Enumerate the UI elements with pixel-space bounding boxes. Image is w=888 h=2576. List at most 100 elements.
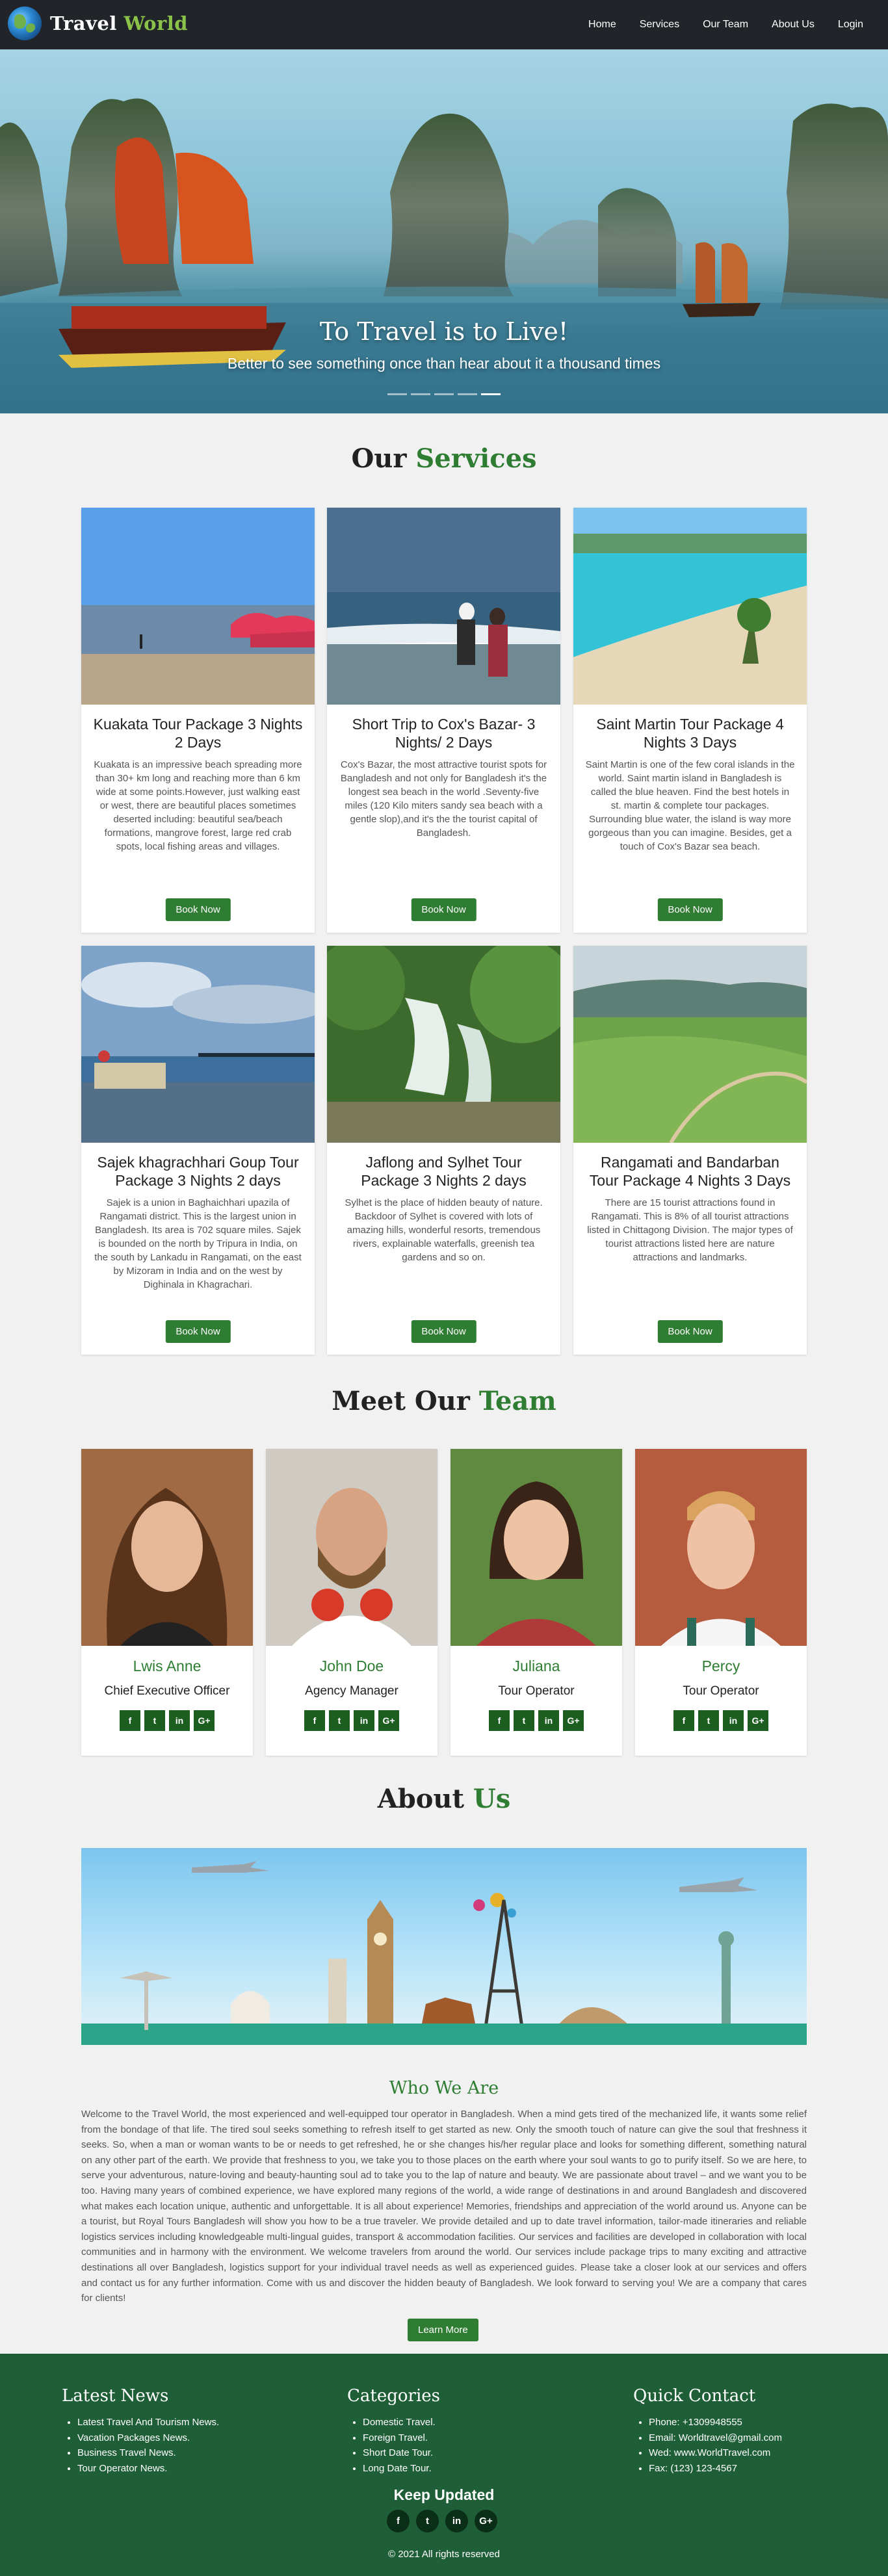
service-title: Saint Martin Tour Package 4 Nights 3 Day…: [596, 716, 784, 751]
service-title: Jaflong and Sylhet Tour Package 3 Nights…: [361, 1154, 527, 1189]
service-card: Saint Martin Tour Package 4 Nights 3 Day…: [573, 508, 807, 933]
facebook-icon[interactable]: f: [673, 1710, 694, 1731]
service-description: Cox's Bazar, the most attractive tourist…: [340, 759, 547, 839]
twitter-icon[interactable]: t: [329, 1710, 350, 1731]
facebook-icon[interactable]: f: [304, 1710, 325, 1731]
about-title: About Us: [0, 1784, 888, 1814]
team-member-name: Percy: [701, 1658, 740, 1674]
linkedin-icon[interactable]: in: [723, 1710, 744, 1731]
team-member-name: Juliana: [512, 1658, 560, 1674]
team-member-role: Tour Operator: [683, 1684, 759, 1698]
footer-categories: Categories Domestic Travel. Foreign Trav…: [347, 2386, 440, 2476]
twitter-icon[interactable]: t: [698, 1710, 719, 1731]
service-card: Kuakata Tour Package 3 Nights 2 Days Kua…: [81, 508, 315, 933]
carousel-dot[interactable]: [434, 393, 454, 395]
twitter-icon[interactable]: t: [514, 1710, 534, 1731]
nav-link-home[interactable]: Home: [588, 19, 616, 31]
navbar: Travel World Home Services Our Team Abou…: [0, 0, 888, 49]
footer-news-link[interactable]: Vacation Packages News.: [77, 2430, 219, 2446]
about-title-first: About: [377, 1784, 464, 1814]
nav-link-about[interactable]: About Us: [772, 19, 815, 31]
google-plus-icon[interactable]: G+: [378, 1710, 399, 1731]
footer-fax: Fax: (123) 123-4567: [649, 2461, 782, 2477]
footer-quick-contact: Quick Contact Phone: +1309948555 Email: …: [633, 2386, 782, 2476]
linkedin-icon[interactable]: in: [354, 1710, 374, 1731]
team-member-role: Chief Executive Officer: [104, 1684, 230, 1698]
about-title-second: Us: [473, 1784, 511, 1814]
carousel-dot-active[interactable]: [481, 393, 501, 395]
service-title: Kuakata Tour Package 3 Nights 2 Days: [93, 716, 303, 751]
facebook-icon[interactable]: f: [387, 2510, 410, 2532]
brand-first: Travel: [50, 12, 117, 34]
linkedin-icon[interactable]: in: [169, 1710, 190, 1731]
book-now-button[interactable]: Book Now: [165, 898, 231, 921]
google-plus-icon[interactable]: G+: [563, 1710, 584, 1731]
book-now-button[interactable]: Book Now: [657, 1320, 723, 1343]
book-now-button[interactable]: Book Now: [411, 898, 477, 921]
footer-email[interactable]: Email: Worldtravel@gmail.com: [649, 2430, 782, 2446]
team-member-role: Tour Operator: [498, 1684, 575, 1698]
services-title: Our Services: [0, 443, 888, 474]
nav-link-services[interactable]: Services: [640, 19, 679, 31]
footer-news-link[interactable]: Tour Operator News.: [77, 2461, 219, 2477]
team-social-links: f t in G+: [451, 1710, 622, 1731]
twitter-icon[interactable]: t: [416, 2510, 439, 2532]
brand-second: World: [124, 12, 189, 34]
twitter-icon[interactable]: t: [144, 1710, 165, 1731]
service-description: Sajek is a union in Baghaichhari upazila…: [94, 1197, 302, 1290]
google-plus-icon[interactable]: G+: [748, 1710, 768, 1731]
footer-category-link[interactable]: Long Date Tour.: [363, 2461, 440, 2477]
hero-carousel[interactable]: To Travel is to Live! Better to see some…: [0, 49, 888, 413]
carousel-dot[interactable]: [387, 393, 407, 395]
service-card: Rangamati and Bandarban Tour Package 4 N…: [573, 946, 807, 1355]
carousel-dot[interactable]: [411, 393, 430, 395]
footer-news-link[interactable]: Business Travel News.: [77, 2445, 219, 2461]
google-plus-icon[interactable]: G+: [194, 1710, 215, 1731]
facebook-icon[interactable]: f: [120, 1710, 140, 1731]
team-member-name: John Doe: [319, 1658, 384, 1674]
nav-menu: Home Services Our Team About Us Login: [565, 0, 863, 49]
team-member-name: Lwis Anne: [133, 1658, 202, 1674]
service-title: Sajek khagrachhari Goup Tour Package 3 N…: [97, 1154, 299, 1189]
linkedin-icon[interactable]: in: [538, 1710, 559, 1731]
hero-title: To Travel is to Live!: [319, 317, 569, 346]
about-description: Welcome to the Travel World, the most ex…: [81, 2109, 807, 2304]
who-we-are-heading: Who We Are: [389, 2078, 499, 2098]
footer-latest-news: Latest News Latest Travel And Tourism Ne…: [62, 2386, 219, 2476]
team-photo: [266, 1449, 437, 1646]
footer-news-link[interactable]: Latest Travel And Tourism News.: [77, 2415, 219, 2430]
footer-category-link[interactable]: Short Date Tour.: [363, 2445, 440, 2461]
team-social-links: f t in G+: [266, 1710, 437, 1731]
book-now-button[interactable]: Book Now: [411, 1320, 477, 1343]
nav-link-team[interactable]: Our Team: [703, 19, 748, 31]
team-member-card: Lwis Anne Chief Executive Officer f t in…: [81, 1449, 253, 1756]
service-card: Sajek khagrachhari Goup Tour Package 3 N…: [81, 946, 315, 1355]
team-photo: [451, 1449, 622, 1646]
service-description: Kuakata is an impressive beach spreading…: [94, 759, 302, 852]
team-member-card: Percy Tour Operator f t in G+: [635, 1449, 807, 1756]
service-card: Short Trip to Cox's Bazar- 3 Nights/ 2 D…: [327, 508, 560, 933]
brand-logo[interactable]: Travel World: [8, 7, 188, 40]
google-plus-icon[interactable]: G+: [475, 2510, 497, 2532]
footer-news-title: Latest News: [62, 2386, 169, 2406]
service-image-kuakata: [81, 508, 315, 705]
facebook-icon[interactable]: f: [489, 1710, 510, 1731]
book-now-button[interactable]: Book Now: [165, 1320, 231, 1343]
service-image-jaflong: [327, 946, 560, 1143]
book-now-button[interactable]: Book Now: [657, 898, 723, 921]
footer-website[interactable]: Wed: www.WorldTravel.com: [649, 2445, 782, 2461]
linkedin-icon[interactable]: in: [445, 2510, 468, 2532]
hero-subtitle: Better to see something once than hear a…: [227, 355, 661, 372]
footer-category-link[interactable]: Domestic Travel.: [363, 2415, 440, 2430]
team-social-links: f t in G+: [635, 1710, 807, 1731]
footer-phone: Phone: +1309948555: [649, 2415, 782, 2430]
keep-updated-heading: Keep Updated: [393, 2486, 495, 2503]
team-member-card: Juliana Tour Operator f t in G+: [451, 1449, 622, 1756]
nav-link-login[interactable]: Login: [838, 19, 863, 31]
learn-more-button[interactable]: Learn More: [408, 2319, 478, 2341]
service-description: Sylhet is the place of hidden beauty of …: [345, 1197, 543, 1263]
footer-category-link[interactable]: Foreign Travel.: [363, 2430, 440, 2446]
carousel-dot[interactable]: [458, 393, 477, 395]
service-image-saint-martin: [573, 508, 807, 705]
team-title: Meet Our Team: [0, 1386, 888, 1416]
